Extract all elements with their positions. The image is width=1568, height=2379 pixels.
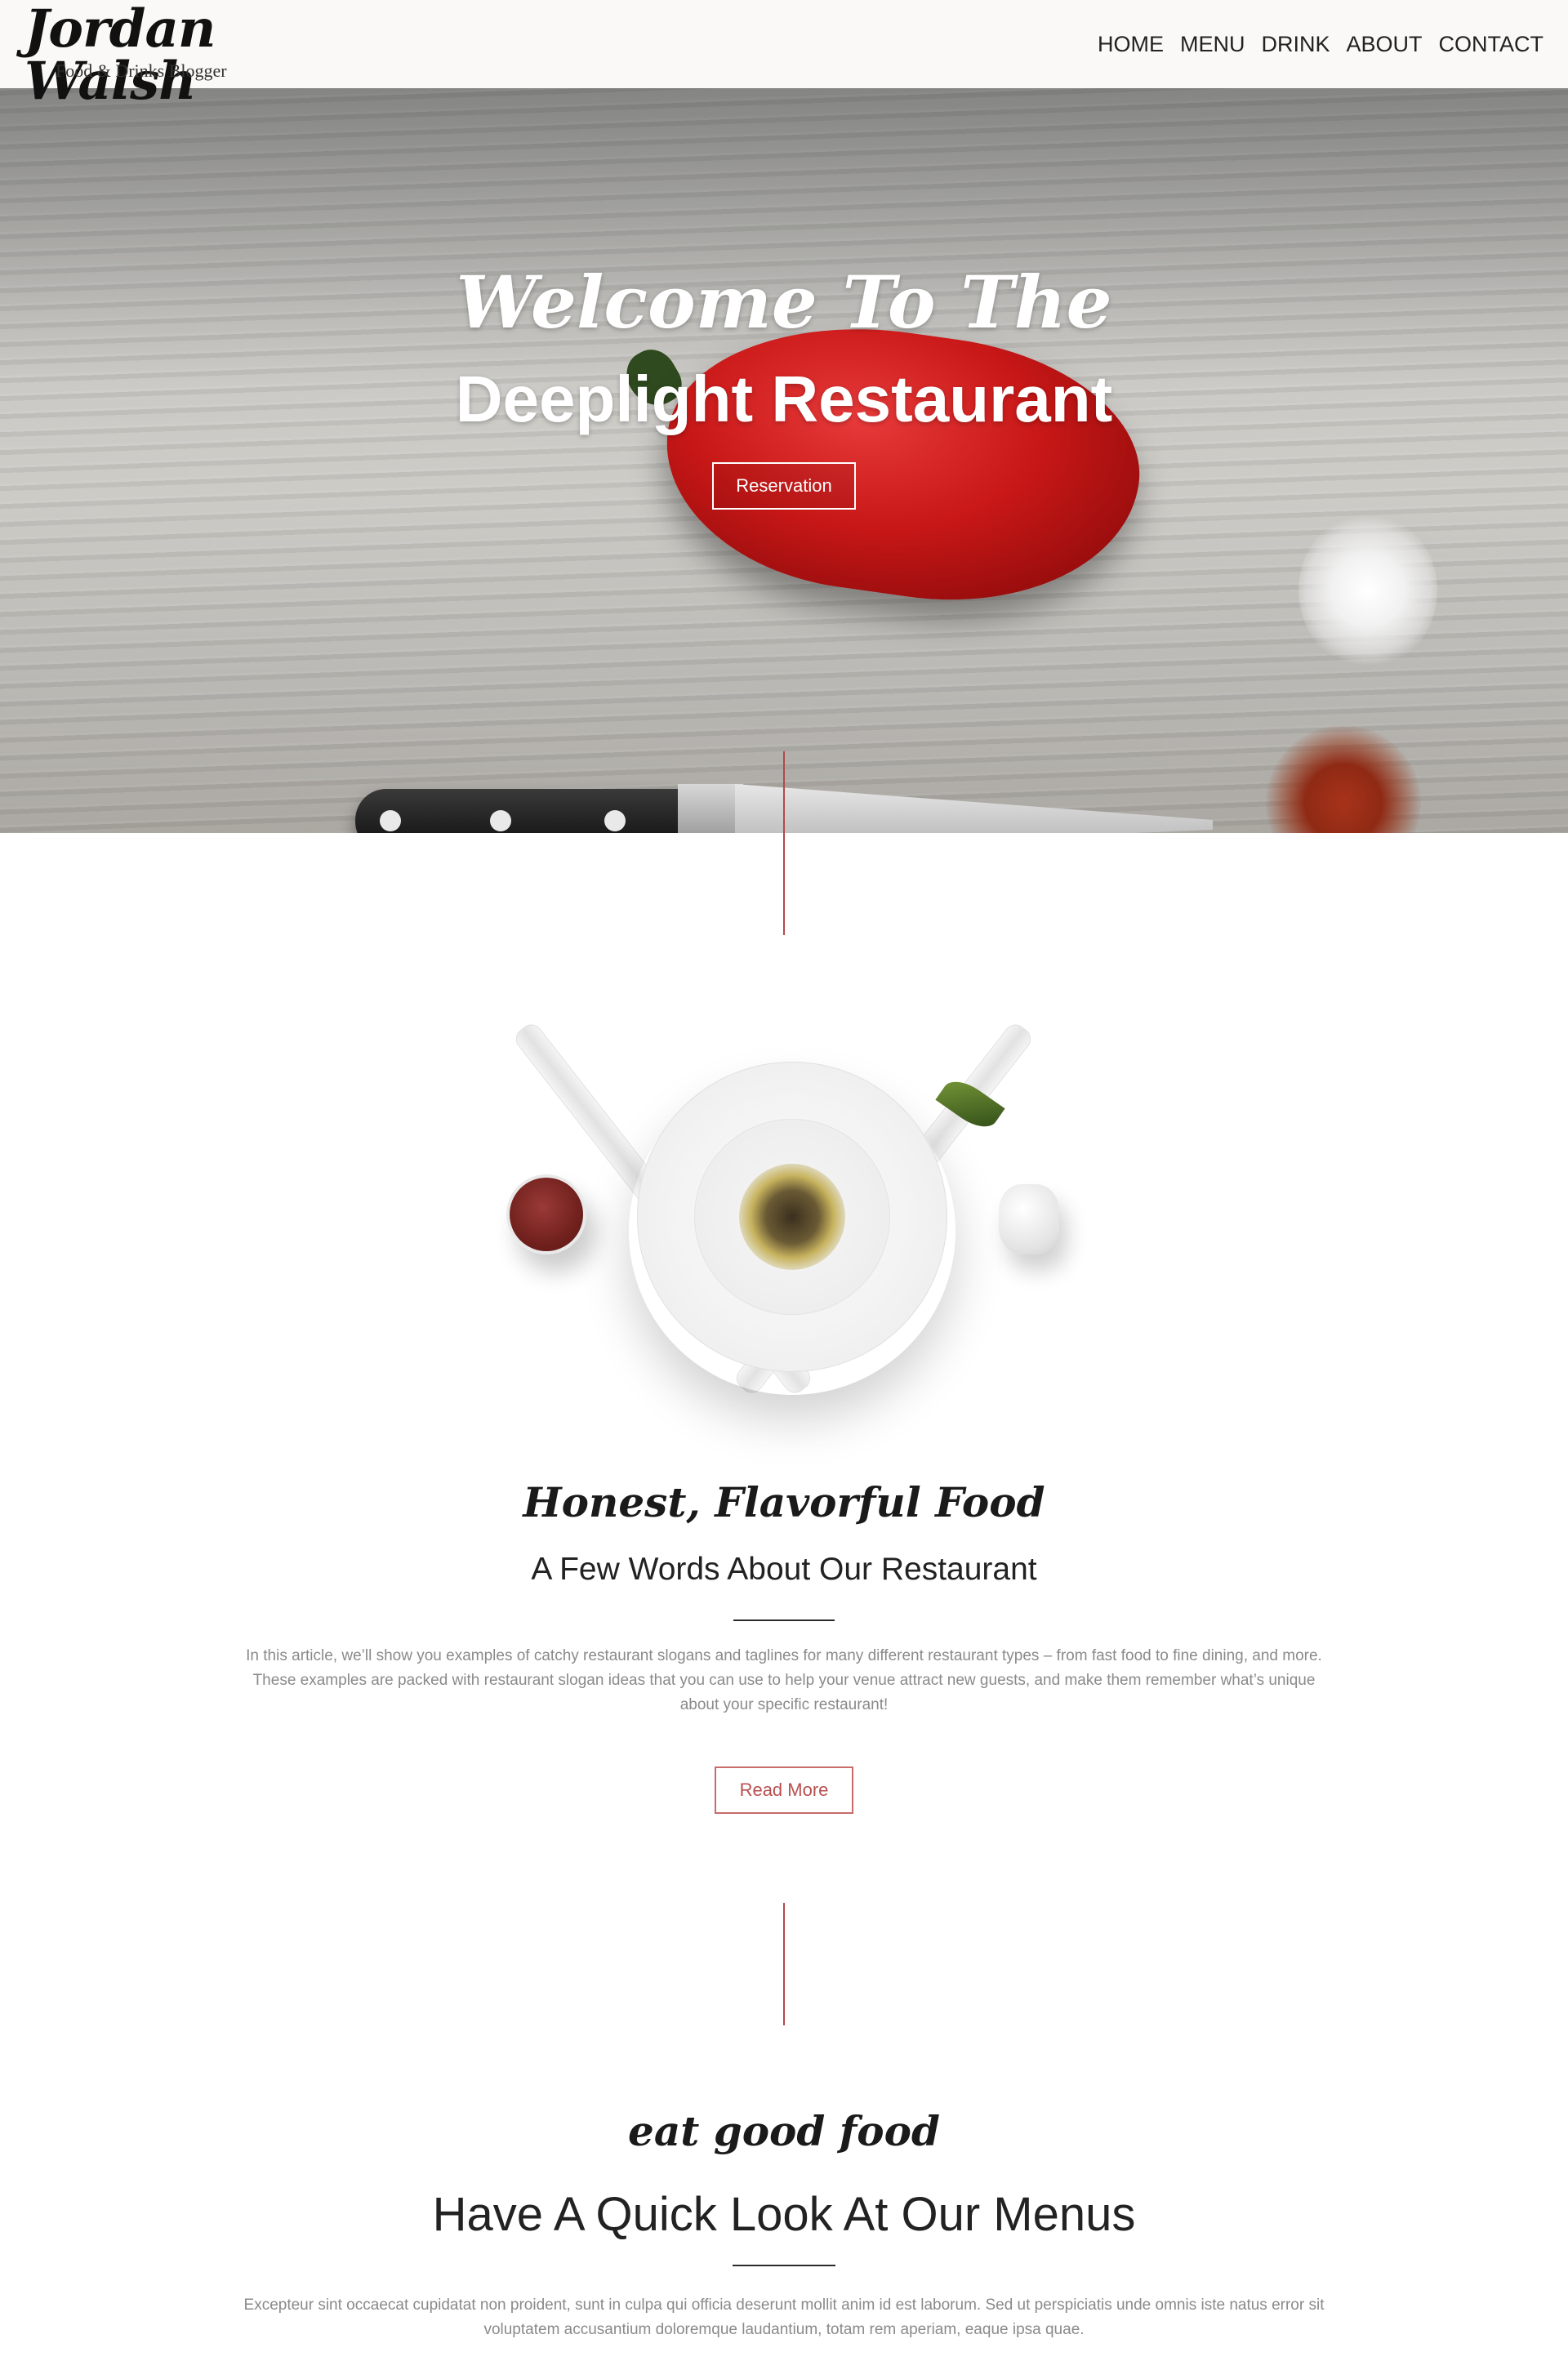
section-divider-line — [783, 751, 785, 935]
reservation-button[interactable]: Reservation — [712, 462, 856, 510]
hero-section: Welcome To The Deeplight Restaurant Rese… — [0, 88, 1568, 833]
salt-pile-image — [1298, 513, 1437, 668]
main-nav: HOME MENU DRINK ABOUT CONTACT — [1098, 32, 1544, 57]
about-paragraph-line: about your specific restaurant! — [679, 1696, 889, 1713]
about-title-underline — [733, 1619, 835, 1621]
knife-bolster-image — [678, 784, 743, 833]
nav-menu[interactable]: MENU — [1180, 32, 1245, 57]
site-logo[interactable]: Jordan Walsh Food & Drinks Blogger — [24, 3, 302, 108]
nav-contact[interactable]: CONTACT — [1439, 32, 1544, 57]
read-more-button[interactable]: Read More — [715, 1766, 853, 1814]
menus-title-underline — [733, 2265, 835, 2266]
sauce-bowl-image — [506, 1174, 586, 1254]
about-script-title: Honest, Flavorful Food — [523, 1478, 1045, 1526]
hero-title: Deeplight Restaurant — [455, 363, 1113, 435]
plate-illustration — [490, 1013, 1078, 1421]
menus-paragraph-line: voluptatem accusantium doloremque laudan… — [483, 2321, 1085, 2338]
about-title: A Few Words About Our Restaurant — [531, 1552, 1037, 1587]
section-divider-line — [783, 1903, 785, 2025]
nav-drink[interactable]: DRINK — [1261, 32, 1330, 57]
salt-shaker-image — [999, 1184, 1059, 1254]
logo-subtitle: Food & Drinks Blogger — [56, 60, 227, 81]
logo-name: Jordan Walsh — [24, 0, 216, 112]
about-paragraph-line: These examples are packed with restauran… — [252, 1672, 1316, 1689]
about-paragraph: In this article, we’ll show you examples… — [163, 1644, 1405, 1717]
menus-title: Have A Quick Look At Our Menus — [432, 2188, 1136, 2241]
knife-rivet — [490, 810, 511, 831]
menus-paragraph: Excepteur sint occaecat cupidatat non pr… — [163, 2293, 1405, 2342]
knife-rivet — [604, 810, 626, 831]
nav-home[interactable]: HOME — [1098, 32, 1164, 57]
site-header: Jordan Walsh Food & Drinks Blogger HOME … — [0, 0, 1568, 108]
food-image — [739, 1164, 845, 1270]
menus-paragraph-line: Excepteur sint occaecat cupidatat non pr… — [243, 2297, 1325, 2314]
nav-about[interactable]: ABOUT — [1346, 32, 1422, 57]
knife-rivet — [380, 810, 401, 831]
hero-welcome-script: Welcome To The — [456, 260, 1112, 345]
menus-script-title: eat good food — [628, 2107, 940, 2155]
about-paragraph-line: In this article, we’ll show you examples… — [246, 1647, 1322, 1664]
